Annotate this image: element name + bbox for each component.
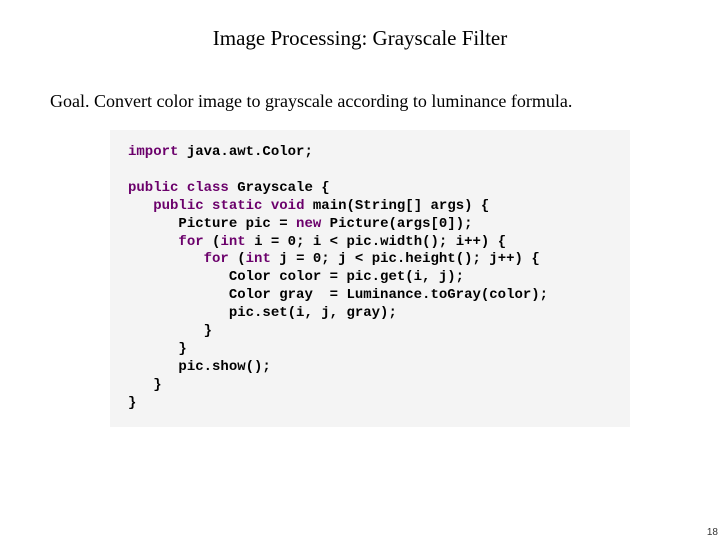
class-name: Grayscale	[237, 180, 313, 196]
code-text: }	[153, 377, 161, 393]
code-text: {	[473, 198, 490, 214]
indent	[128, 216, 178, 232]
code-text: (	[229, 251, 246, 267]
indent	[128, 251, 204, 267]
code-text: }	[128, 395, 136, 411]
indent	[128, 341, 178, 357]
kw-for: for	[178, 234, 203, 250]
kw-for: for	[204, 251, 229, 267]
kw-void: void	[271, 198, 305, 214]
code-text: pic.set(i, j, gray);	[229, 305, 397, 321]
indent	[128, 198, 153, 214]
method-name: main	[313, 198, 347, 214]
code-block: import java.awt.Color; public class Gray…	[110, 130, 630, 427]
kw-class: class	[187, 180, 229, 196]
indent	[128, 305, 229, 321]
indent	[128, 269, 229, 285]
kw-static: static	[212, 198, 262, 214]
code-text: Color color = pic.get(i, j);	[229, 269, 464, 285]
kw-import: import	[128, 144, 178, 160]
code-text: pic.show();	[178, 359, 270, 375]
kw-int: int	[220, 234, 245, 250]
indent	[128, 359, 178, 375]
kw-int: int	[246, 251, 271, 267]
code-text: java.awt.Color;	[178, 144, 312, 160]
goal-line: Goal. Convert color image to grayscale a…	[50, 91, 670, 112]
code-text: i = 0; i < pic.width(); i++) {	[246, 234, 506, 250]
indent	[128, 234, 178, 250]
code-text: Picture pic =	[178, 216, 296, 232]
code-text: Color gray = Luminance.toGray(color);	[229, 287, 548, 303]
indent	[128, 377, 153, 393]
code-text: {	[313, 180, 330, 196]
slide: Image Processing: Grayscale Filter Goal.…	[0, 0, 720, 427]
code-text: j = 0; j < pic.height(); j++) {	[271, 251, 540, 267]
indent	[128, 323, 204, 339]
page-number: 18	[707, 527, 718, 538]
goal-text: Convert color image to grayscale accordi…	[90, 91, 573, 111]
indent	[128, 287, 229, 303]
kw-new: new	[296, 216, 321, 232]
kw-public: public	[153, 198, 203, 214]
goal-label: Goal.	[50, 91, 90, 111]
code-text: }	[178, 341, 186, 357]
page-title: Image Processing: Grayscale Filter	[50, 26, 670, 51]
code-text: (	[204, 234, 221, 250]
code-text: }	[204, 323, 212, 339]
code-text: Picture(args[0]);	[321, 216, 472, 232]
code-text: (String[] args)	[347, 198, 473, 214]
kw-public: public	[128, 180, 178, 196]
